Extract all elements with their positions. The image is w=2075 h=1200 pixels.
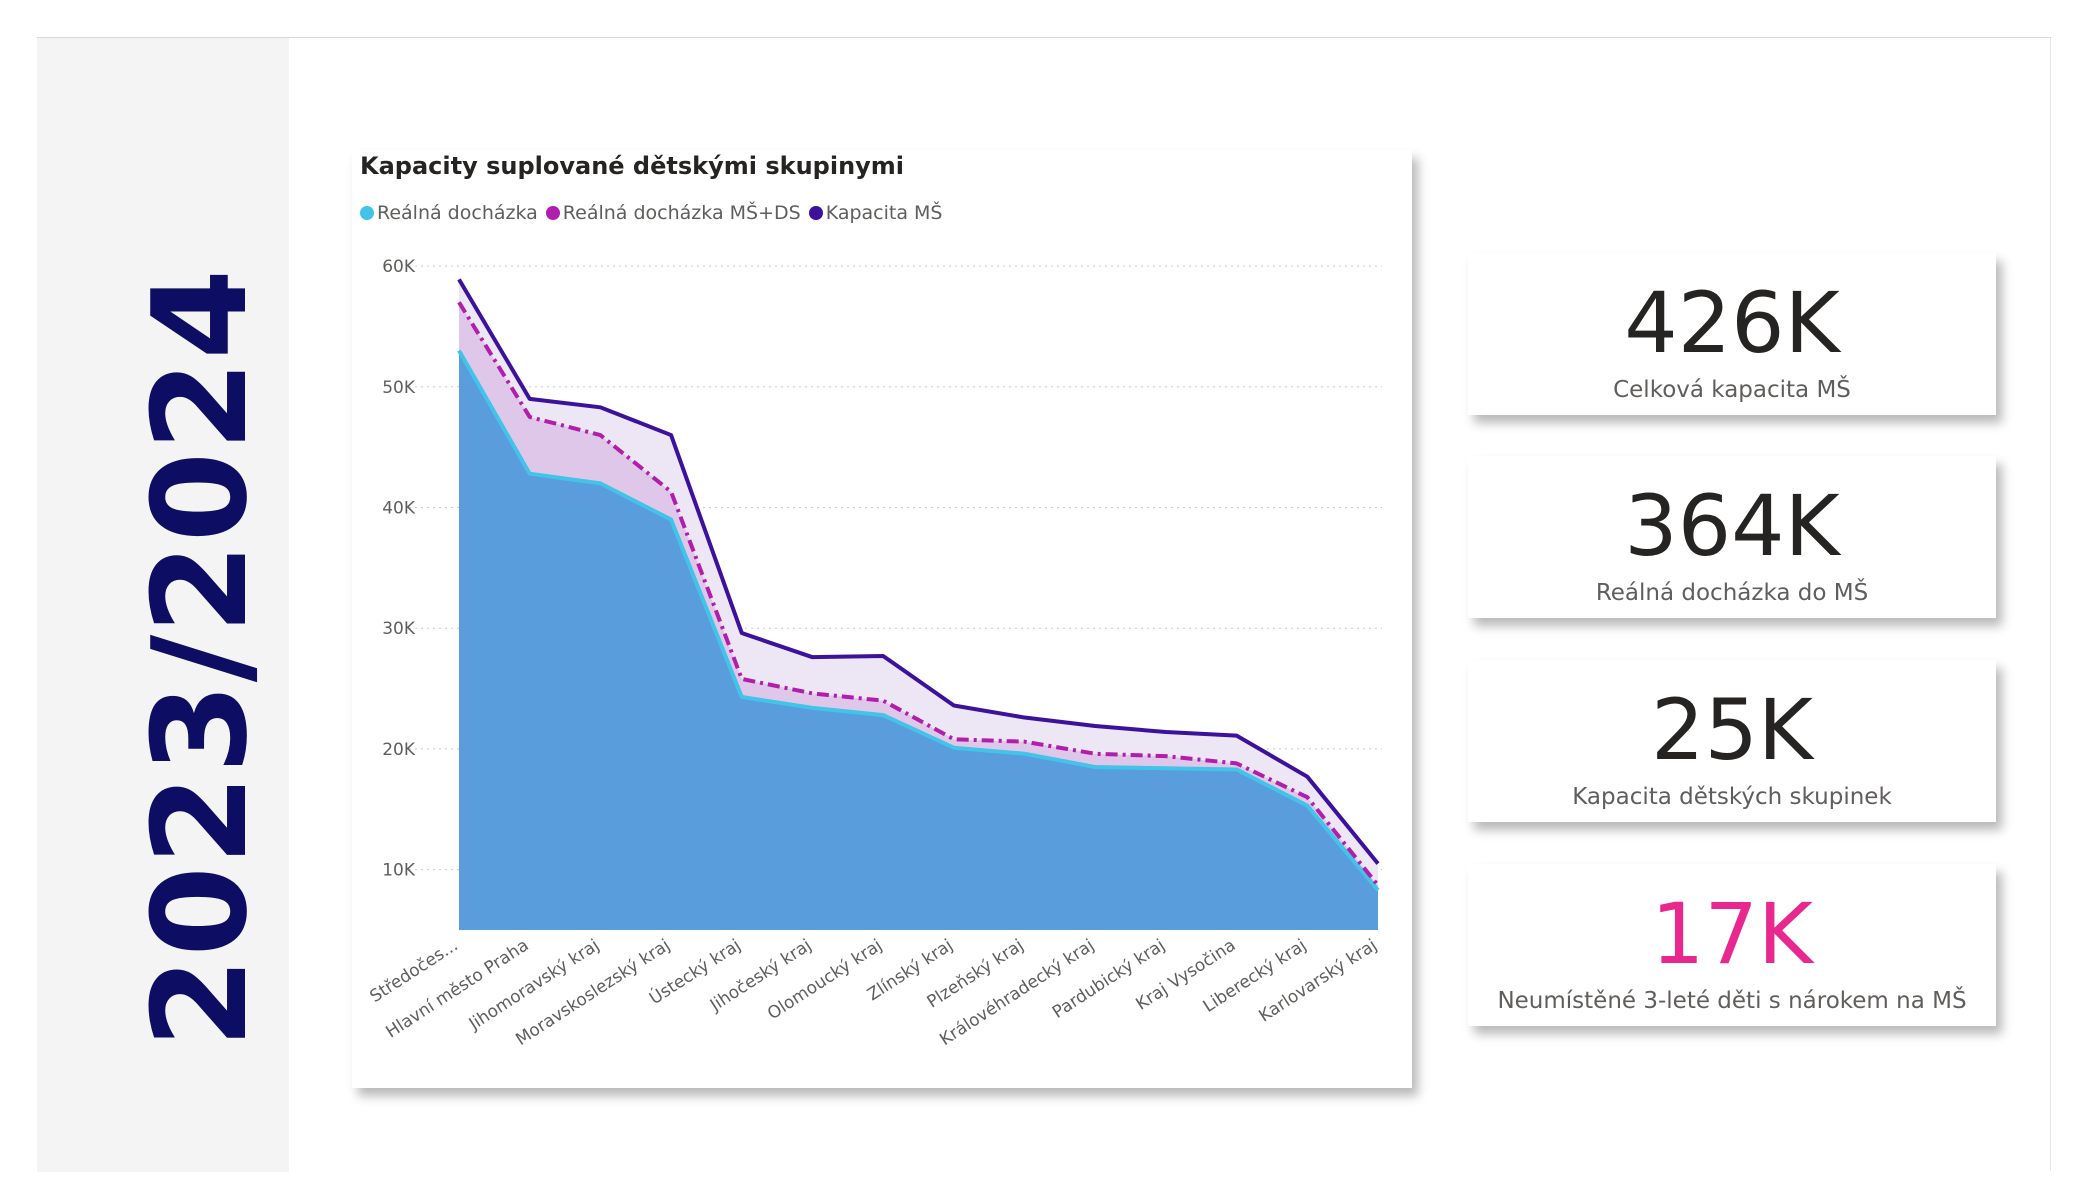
- y-tick-label: 20K: [382, 740, 416, 760]
- area-chart-visual[interactable]: Kapacity suplované dětskými skupinymi Re…: [352, 150, 1412, 1088]
- kpi-card-group-capacity[interactable]: 25K Kapacita dětských skupinek: [1468, 660, 1996, 822]
- kpi-label: Kapacita dětských skupinek: [1572, 784, 1892, 810]
- kpi-value: 426K: [1624, 274, 1840, 372]
- kpi-value: 25K: [1651, 681, 1813, 779]
- kpi-card-real-attendance[interactable]: 364K Reálná docházka do MŠ: [1468, 456, 1996, 618]
- year-label: 2023/2024: [124, 267, 276, 1049]
- y-tick-label: 40K: [382, 499, 416, 519]
- kpi-label: Celková kapacita MŠ: [1613, 377, 1851, 403]
- y-tick-label: 10K: [382, 861, 416, 881]
- kpi-card-total-capacity[interactable]: 426K Celková kapacita MŠ: [1468, 253, 1996, 415]
- y-tick-label: 30K: [382, 619, 416, 639]
- chart-plot: 60K50K40K30K20K10KStředočes...Hlavní měs…: [366, 257, 1382, 1050]
- kpi-label: Reálná docházka do MŠ: [1595, 580, 1869, 606]
- side-panel: 2023/2024: [37, 38, 289, 1172]
- kpi-value: 364K: [1624, 477, 1840, 575]
- kpi-card-unplaced-children[interactable]: 17K Neumístěné 3-leté děti s nárokem na …: [1468, 864, 1996, 1026]
- y-tick-label: 50K: [382, 378, 416, 398]
- kpi-value: 17K: [1651, 885, 1813, 983]
- x-tick-label: Karlovarský kraj: [1255, 935, 1380, 1026]
- y-tick-label: 60K: [382, 257, 416, 277]
- kpi-label: Neumístěné 3-leté děti s nárokem na MŠ: [1497, 988, 1967, 1014]
